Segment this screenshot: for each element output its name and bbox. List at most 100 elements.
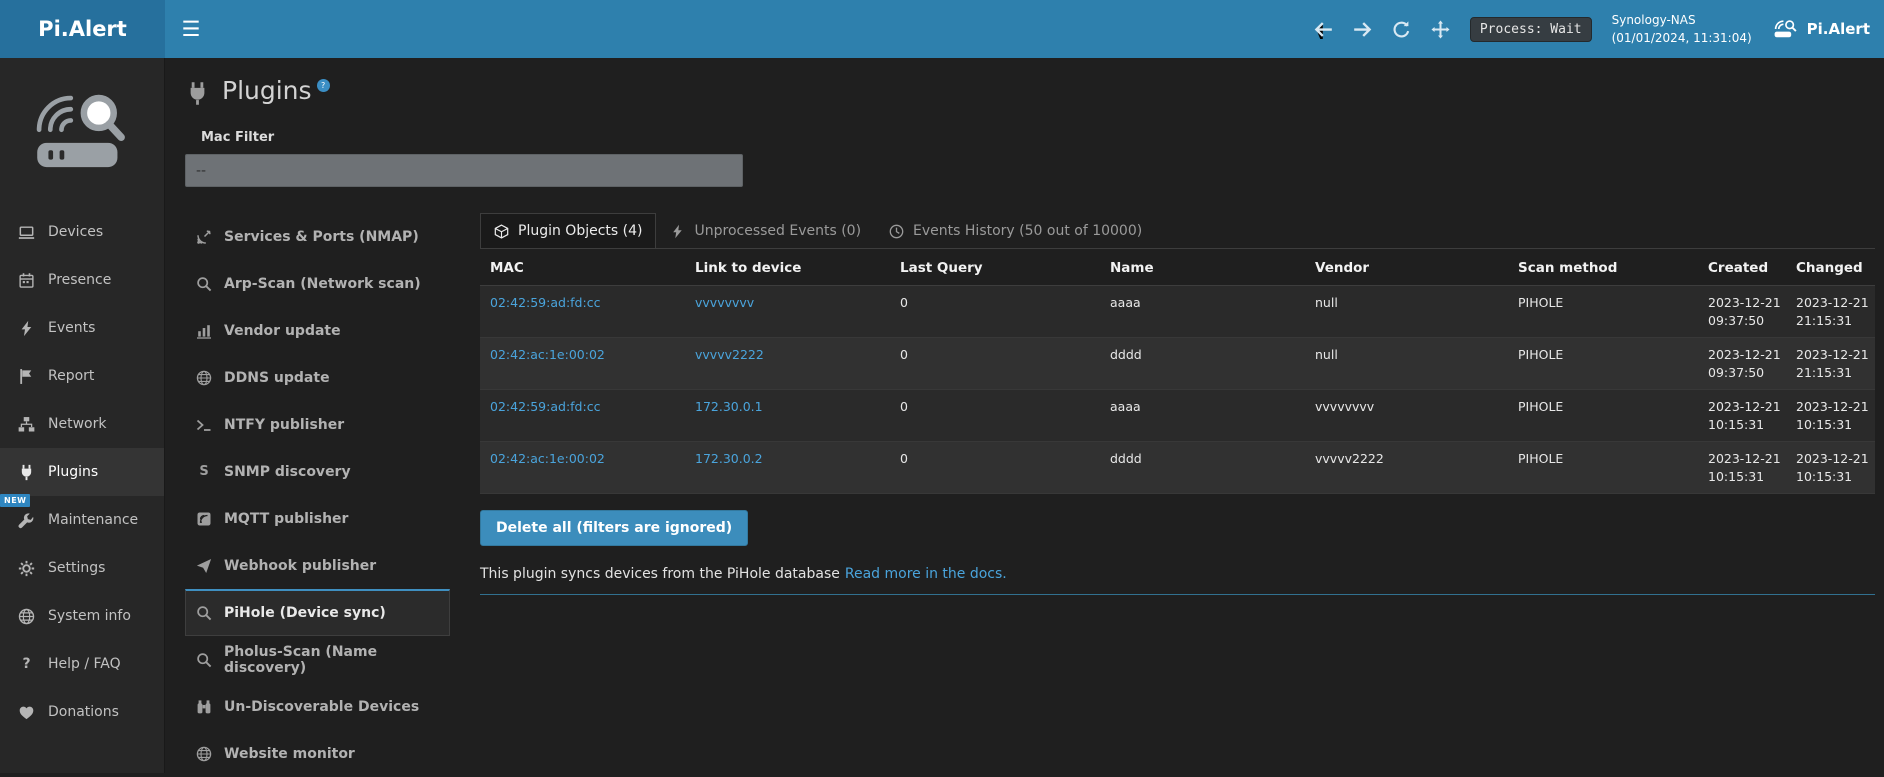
table-row: 02:42:ac:1e:00:02 vvvvv2222 0 dddd null …: [480, 338, 1875, 390]
plugin-objects-table: MAC Link to device Last Query Name Vendo…: [480, 249, 1875, 494]
forward-arrow-icon[interactable]: [1353, 20, 1372, 39]
sidebar-item-label: Devices: [48, 224, 103, 240]
plugins-page-icon: [185, 81, 210, 106]
sidebar: Devices Presence Events Report Network P…: [0, 58, 165, 773]
column-header-last-query: Last Query: [890, 249, 1100, 286]
new-feature-badge: NEW: [0, 494, 30, 507]
plugin-nav-label: PiHole (Device sync): [224, 605, 386, 621]
link-to-device-cell: 172.30.0.1: [685, 390, 890, 442]
sidebar-item-plugins[interactable]: Plugins: [0, 448, 164, 496]
plugin-nav-item-nmap[interactable]: Services & Ports (NMAP): [185, 213, 450, 260]
name-cell: dddd: [1100, 338, 1305, 390]
search-icon: [196, 276, 212, 292]
last-query-cell: 0: [890, 286, 1100, 338]
device-mac-link[interactable]: 02:42:ac:1e:00:02: [490, 451, 605, 466]
sidebar-item-label: Maintenance: [48, 512, 138, 528]
brand-logo[interactable]: Pi.Alert: [0, 0, 165, 58]
top-navbar: Pi.Alert ☰ Process: Wait Synology-NAS (0…: [0, 0, 1884, 58]
plugin-area: Services & Ports (NMAP) Arp-Scan (Networ…: [185, 213, 1875, 777]
sidebar-item-label: Settings: [48, 560, 105, 576]
bar-chart-icon: [196, 323, 212, 339]
column-header-scan-method: Scan method: [1508, 249, 1705, 286]
title-help-badge[interactable]: ?: [317, 79, 330, 92]
refresh-icon[interactable]: [1392, 20, 1411, 39]
device-mac-link[interactable]: 02:42:59:ad:fd:cc: [490, 399, 600, 414]
vendor-cell: vvvvv2222: [1305, 442, 1508, 494]
docs-link[interactable]: Read more in the docs.: [845, 566, 1007, 582]
sidebar-item-devices[interactable]: Devices: [0, 208, 164, 256]
device-mac-link[interactable]: 02:42:59:ad:fd:cc: [490, 295, 600, 310]
sidebar-item-donations[interactable]: Donations: [0, 688, 164, 736]
vendor-cell: null: [1305, 338, 1508, 390]
scan-method-cell: PIHOLE: [1508, 286, 1705, 338]
plugin-nav-item-arp-scan[interactable]: Arp-Scan (Network scan): [185, 260, 450, 307]
device-link[interactable]: vvvvvvvv: [695, 295, 754, 310]
last-query-cell: 0: [890, 390, 1100, 442]
column-header-name: Name: [1100, 249, 1305, 286]
main-content: Plugins ? Mac Filter Services & Ports (N…: [165, 58, 1884, 773]
plugin-nav-item-snmp[interactable]: S SNMP discovery: [185, 448, 450, 495]
plugin-nav-item-mqtt[interactable]: MQTT publisher: [185, 495, 450, 542]
last-query-cell: 0: [890, 338, 1100, 390]
globe-icon: [18, 608, 35, 625]
device-link[interactable]: 172.30.0.1: [695, 399, 763, 414]
plugin-nav-label: Pholus-Scan (Name discovery): [224, 644, 439, 676]
last-query-cell: 0: [890, 442, 1100, 494]
plugin-nav-label: MQTT publisher: [224, 511, 348, 527]
plugin-nav-item-undiscoverable[interactable]: Un-Discoverable Devices: [185, 683, 450, 730]
plugin-nav-item-ntfy[interactable]: NTFY publisher: [185, 401, 450, 448]
sidebar-item-system-info[interactable]: System info: [0, 592, 164, 640]
plugin-nav-item-pholus-scan[interactable]: Pholus-Scan (Name discovery): [185, 636, 450, 683]
plugin-nav-item-webhook[interactable]: Webhook publisher: [185, 542, 450, 589]
mac-filter-input[interactable]: [185, 154, 743, 187]
table-header-row: MAC Link to device Last Query Name Vendo…: [480, 249, 1875, 286]
page-title: Plugins: [222, 76, 312, 105]
scan-method-cell: PIHOLE: [1508, 390, 1705, 442]
sidebar-item-events[interactable]: Events: [0, 304, 164, 352]
device-link[interactable]: vvvvv2222: [695, 347, 764, 362]
mac-cell: 02:42:59:ad:fd:cc: [480, 286, 685, 338]
search-icon: [196, 605, 212, 621]
link-to-device-cell: vvvvvvvv: [685, 286, 890, 338]
sidebar-toggle-button[interactable]: ☰: [165, 0, 217, 58]
app-identity: Pi.Alert: [1772, 19, 1870, 40]
plugin-nav-item-pihole[interactable]: PiHole (Device sync): [185, 589, 450, 636]
plugin-nav-label: Website monitor: [224, 746, 355, 762]
paper-plane-icon: [196, 558, 212, 574]
plugin-nav-item-ddns-update[interactable]: DDNS update: [185, 354, 450, 401]
table-row: 02:42:59:ad:fd:cc 172.30.0.1 0 aaaa vvvv…: [480, 390, 1875, 442]
column-header-created: Created: [1705, 249, 1793, 286]
plugin-nav-item-vendor-update[interactable]: Vendor update: [185, 307, 450, 354]
sidebar-menu: Devices Presence Events Report Network P…: [0, 208, 164, 736]
move-arrows-icon[interactable]: [1431, 20, 1450, 39]
sidebar-item-settings[interactable]: Settings: [0, 544, 164, 592]
maintenance-wrench-icon: [18, 512, 35, 529]
device-link[interactable]: 172.30.0.2: [695, 451, 763, 466]
plugin-nav-item-website-monitor[interactable]: Website monitor: [185, 730, 450, 777]
back-arrow-icon[interactable]: [1314, 20, 1333, 39]
sidebar-item-report[interactable]: Report: [0, 352, 164, 400]
terminal-icon: [196, 417, 212, 433]
scan-method-cell: PIHOLE: [1508, 442, 1705, 494]
plugin-description: This plugin syncs devices from the PiHol…: [480, 566, 1875, 582]
globe-icon: [196, 746, 212, 762]
sidebar-item-network[interactable]: Network: [0, 400, 164, 448]
sidebar-item-label: Help / FAQ: [48, 656, 121, 672]
link-to-device-cell: vvvvv2222: [685, 338, 890, 390]
sidebar-item-help-faq[interactable]: ? Help / FAQ: [0, 640, 164, 688]
device-mac-link[interactable]: 02:42:ac:1e:00:02: [490, 347, 605, 362]
tab-plugin-objects[interactable]: Plugin Objects (4): [480, 213, 656, 248]
sidebar-item-presence[interactable]: Presence: [0, 256, 164, 304]
binoculars-icon: [196, 699, 212, 715]
plugin-nav-label: DDNS update: [224, 370, 330, 386]
delete-all-button[interactable]: Delete all (filters are ignored): [480, 510, 748, 546]
mac-cell: 02:42:ac:1e:00:02: [480, 442, 685, 494]
tab-events-history[interactable]: Events History (50 out of 10000): [875, 213, 1156, 248]
tab-unprocessed-events[interactable]: Unprocessed Events (0): [656, 213, 875, 248]
hamburger-icon: ☰: [182, 17, 201, 41]
name-cell: dddd: [1100, 442, 1305, 494]
sidebar-item-label: Presence: [48, 272, 111, 288]
network-sitemap-icon: [18, 416, 35, 433]
changed-cell: 2023-12-21 10:15:31: [1793, 442, 1875, 494]
plugin-description-text: This plugin syncs devices from the PiHol…: [480, 566, 840, 582]
